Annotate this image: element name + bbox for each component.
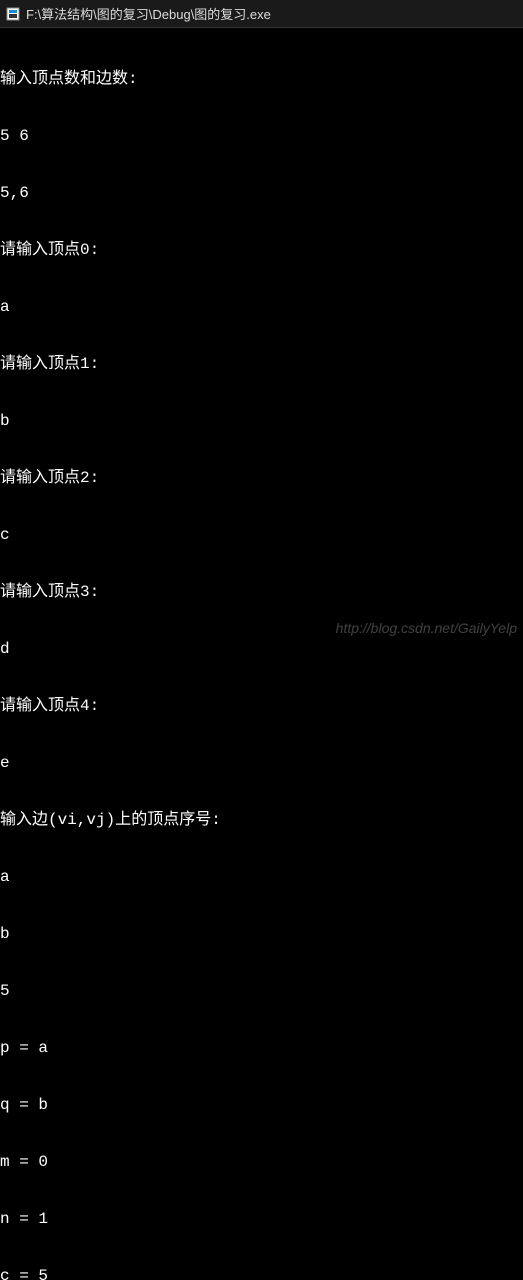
console-line: 请输入顶点1:	[0, 355, 523, 374]
watermark-text: http://blog.csdn.net/GailyYelp	[336, 620, 517, 636]
app-icon	[6, 7, 20, 21]
console-line: n = 1	[0, 1210, 523, 1229]
console-line: p = a	[0, 1039, 523, 1058]
console-line: a	[0, 298, 523, 317]
window-title: F:\算法结构\图的复习\Debug\图的复习.exe	[26, 4, 271, 23]
console-line: e	[0, 754, 523, 773]
console-line: c	[0, 526, 523, 545]
console-line: 请输入顶点2:	[0, 469, 523, 488]
console-line: a	[0, 868, 523, 887]
console-line: 输入边(vi,vj)上的顶点序号:	[0, 811, 523, 830]
console-output: 输入顶点数和边数: 5 6 5,6 请输入顶点0: a 请输入顶点1: b 请输…	[0, 28, 523, 1280]
console-line: m = 0	[0, 1153, 523, 1172]
console-line: 5,6	[0, 184, 523, 203]
console-line: c = 5	[0, 1267, 523, 1280]
console-line: 请输入顶点4:	[0, 697, 523, 716]
console-line: 请输入顶点0:	[0, 241, 523, 260]
console-line: 输入顶点数和边数:	[0, 70, 523, 89]
title-bar: F:\算法结构\图的复习\Debug\图的复习.exe	[0, 0, 523, 28]
console-line: d	[0, 640, 523, 659]
console-line: 5	[0, 982, 523, 1001]
console-line: b	[0, 925, 523, 944]
console-line: 请输入顶点3:	[0, 583, 523, 602]
console-line: q = b	[0, 1096, 523, 1115]
console-line: 5 6	[0, 127, 523, 146]
console-line: b	[0, 412, 523, 431]
